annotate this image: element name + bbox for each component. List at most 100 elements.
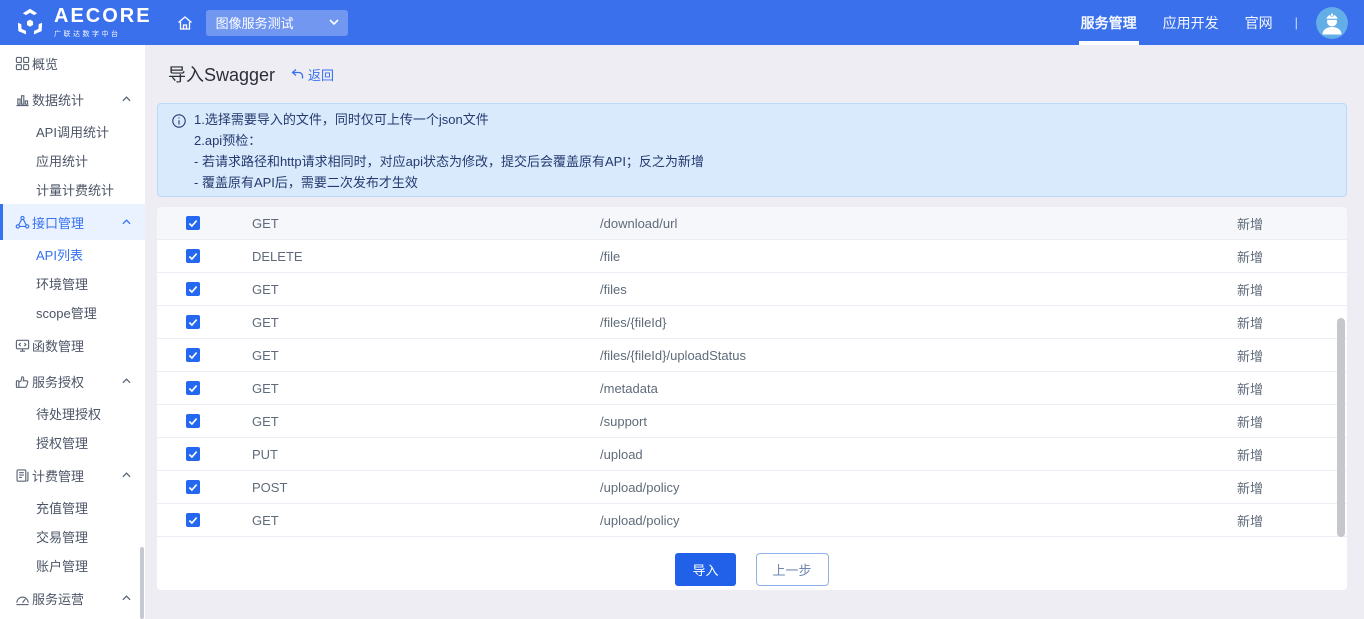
table-scrollbar[interactable] [1337,207,1345,539]
row-path: /files/{fileId} [600,315,1207,330]
sidebar-item-label: API列表 [36,245,131,264]
row-checkbox[interactable] [186,480,200,494]
sidebar-item-api-management[interactable]: 接口管理 [0,204,145,240]
logo-subtitle: 广联达数字中台 [54,29,152,39]
nav-service-management[interactable]: 服务管理 [1081,0,1137,45]
row-checkbox[interactable] [186,249,200,263]
sidebar-item-label: 交易管理 [36,527,131,546]
sidebar-item-label: 充值管理 [36,498,131,517]
row-method: GET [252,414,600,429]
back-link[interactable]: 返回 [291,65,334,84]
row-checkbox[interactable] [186,315,200,329]
row-method: GET [252,381,600,396]
sidebar-item-label: scope管理 [36,303,131,322]
table-scrollbar-thumb[interactable] [1337,318,1345,537]
chevron-up-icon [122,595,131,601]
row-path: /support [600,414,1207,429]
top-header: AECORE 广联达数字中台 图像服务测试 服务管理应用开发官网 | [0,0,1364,45]
row-path: /files [600,282,1207,297]
import-button[interactable]: 导入 [675,553,735,586]
sidebar-item-transaction-management[interactable]: 交易管理 [0,522,145,551]
row-method: GET [252,513,600,528]
table-row: GET/files/{fileId}/uploadStatus新增 [157,339,1347,372]
sidebar-item-overview[interactable]: 概览 [0,45,145,81]
sidebar-item-label: 待处理授权 [36,404,131,423]
sidebar-item-api-call-stats[interactable]: API调用统计 [0,117,145,146]
sidebar-item-app-stats[interactable]: 应用统计 [0,146,145,175]
workspace-select[interactable]: 图像服务测试 [206,10,348,36]
row-checkbox[interactable] [186,381,200,395]
row-path: /upload/policy [600,513,1207,528]
auth-icon [15,374,32,389]
chevron-up-icon [122,472,131,478]
sidebar-item-env-management[interactable]: 环境管理 [0,269,145,298]
row-method: PUT [252,447,600,462]
sidebar-item-service-ops[interactable]: 服务运营 [0,580,145,616]
table-row: GET/files新增 [157,273,1347,306]
sidebar-item-label: 函数管理 [32,336,131,355]
page-body: 概览数据统计 API调用统计应用统计计量计费统计接口管理 API列表环境管理 scop… [0,45,1364,619]
sidebar: 概览数据统计 API调用统计应用统计计量计费统计接口管理 API列表环境管理 scop… [0,45,145,619]
table-row: GET/files/{fileId}新增 [157,306,1347,339]
table-row: GET/metadata新增 [157,372,1347,405]
sidebar-item-label: 计量计费统计 [36,180,131,199]
sidebar-scrollbar-thumb[interactable] [140,547,144,619]
row-status: 新增 [1207,247,1347,266]
sidebar-item-service-auth[interactable]: 服务授权 [0,363,145,399]
sidebar-item-data-stats[interactable]: 数据统计 [0,81,145,117]
table-row: GET/download/url新增 [157,207,1347,240]
row-checkbox[interactable] [186,447,200,461]
nav-app-development[interactable]: 应用开发 [1163,0,1219,45]
table-rows: GET/download/url新增DELETE/file新增GET/files… [157,207,1347,537]
sidebar-item-api-list[interactable]: API列表 [0,240,145,269]
app-root: AECORE 广联达数字中台 图像服务测试 服务管理应用开发官网 | [0,0,1364,619]
row-status: 新增 [1207,379,1347,398]
row-method: POST [252,480,600,495]
sidebar-item-label: 服务授权 [32,372,122,391]
sidebar-item-label: 授权管理 [36,433,131,452]
sidebar-item-metering-billing-stats[interactable]: 计量计费统计 [0,175,145,204]
logo-text: AECORE 广联达数字中台 [54,6,152,39]
sidebar-item-scope-management[interactable]: scope管理 [0,298,145,327]
row-checkbox[interactable] [186,348,200,362]
table-row: PUT/upload新增 [157,438,1347,471]
back-label: 返回 [308,65,334,84]
chevron-up-icon [122,219,131,225]
row-method: GET [252,216,600,231]
sidebar-item-function-management[interactable]: 函数管理 [0,327,145,363]
row-path: /download/url [600,216,1207,231]
row-checkbox[interactable] [186,513,200,527]
row-status: 新增 [1207,412,1347,431]
previous-step-button[interactable]: 上一步 [756,553,829,586]
row-checkbox[interactable] [186,216,200,230]
row-checkbox[interactable] [186,414,200,428]
notice-line: 1.选择需要导入的文件，同时仅可上传一个json文件 [194,109,704,130]
workspace-select-value: 图像服务测试 [216,13,294,32]
row-status: 新增 [1207,511,1347,530]
sidebar-item-billing-management[interactable]: 计费管理 [0,457,145,493]
avatar[interactable] [1316,7,1348,39]
row-method: GET [252,282,600,297]
main-content: 导入Swagger 返回 1.选择需要导入的文件，同时仅可上传一个 [145,45,1364,619]
nav-divider: | [1295,15,1298,30]
row-path: /upload/policy [600,480,1207,495]
row-status: 新增 [1207,214,1347,233]
table-row: DELETE/file新增 [157,240,1347,273]
table-card: GET/download/url新增DELETE/file新增GET/files… [157,207,1347,590]
sidebar-item-label: 数据统计 [32,90,122,109]
table-scroll-area: GET/download/url新增DELETE/file新增GET/files… [157,207,1347,539]
chevron-up-icon [122,378,131,384]
sidebar-item-recharge-management[interactable]: 充值管理 [0,493,145,522]
nav-official-site[interactable]: 官网 [1245,0,1273,45]
sidebar-item-label: 服务运营 [32,589,122,608]
sidebar-item-label: 接口管理 [32,213,122,232]
logo-title: AECORE [54,6,152,26]
home-icon[interactable] [176,14,194,32]
row-checkbox[interactable] [186,282,200,296]
sidebar-item-auth-management[interactable]: 授权管理 [0,428,145,457]
sidebar-item-account-management[interactable]: 账户管理 [0,551,145,580]
table-row: GET/support新增 [157,405,1347,438]
sidebar-item-pending-auth[interactable]: 待处理授权 [0,399,145,428]
row-path: /metadata [600,381,1207,396]
logo: AECORE 广联达数字中台 [14,6,152,39]
